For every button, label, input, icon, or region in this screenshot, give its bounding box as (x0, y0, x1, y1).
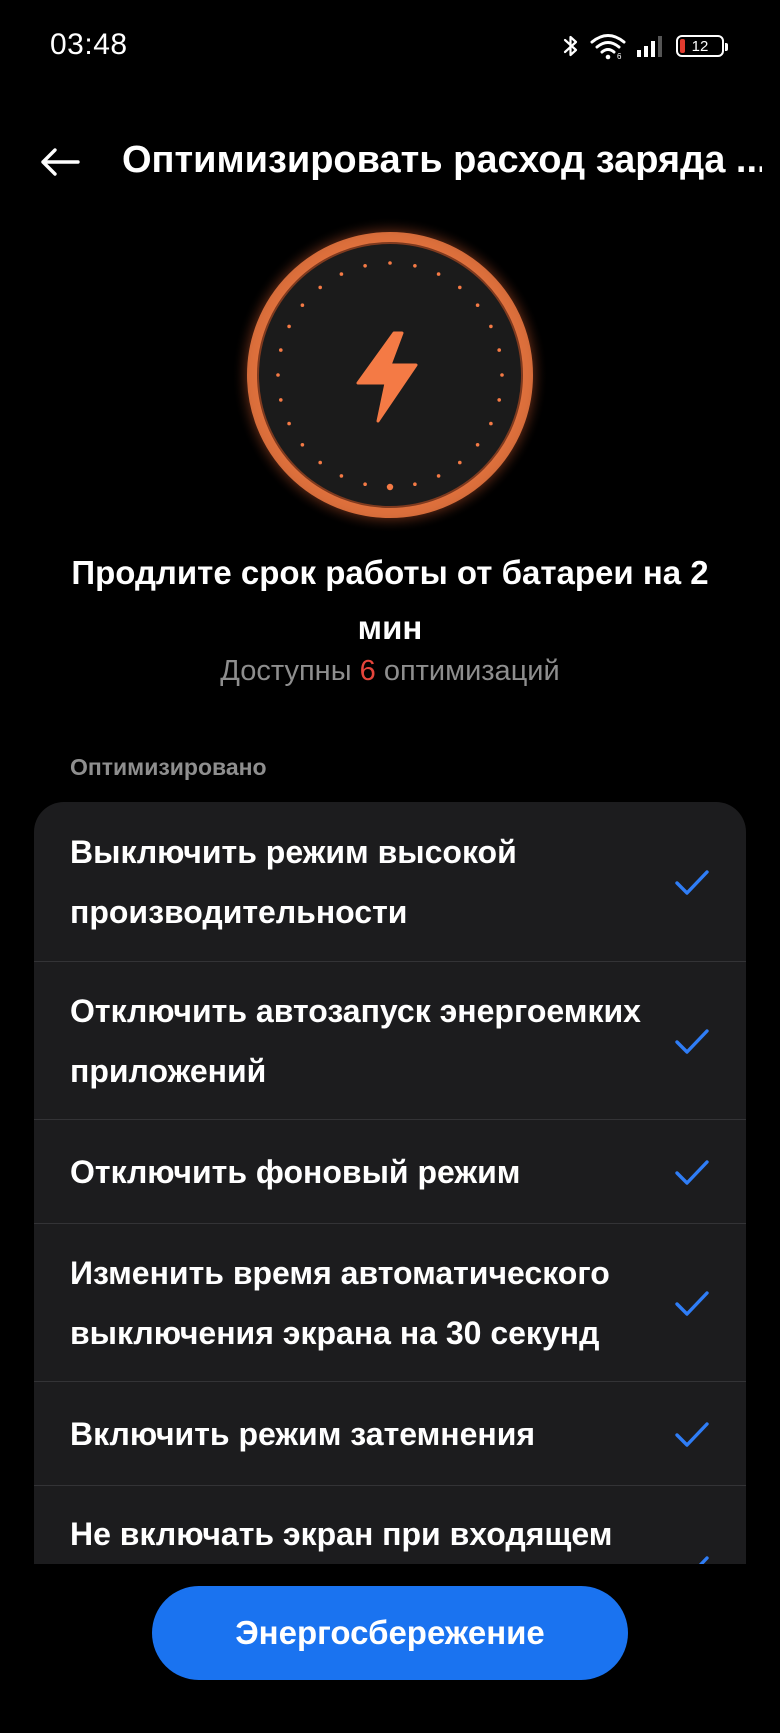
dial-dot (287, 421, 291, 426)
dial-dot (458, 285, 462, 290)
battery-fill (680, 39, 685, 53)
checkmark-icon (675, 1159, 709, 1185)
dial-dot (436, 272, 441, 276)
checkmark-icon (698, 1556, 709, 1564)
dial-dot (363, 482, 367, 487)
dial-dot (475, 443, 480, 447)
dial-dot (413, 482, 417, 487)
available-count: 6 (359, 655, 376, 687)
list-item[interactable]: Не включать экран при входящем (34, 1486, 746, 1564)
dial-dot (276, 373, 280, 377)
bluetooth-icon (563, 35, 578, 57)
available-prefix: Доступны (220, 655, 352, 687)
dial-dot (489, 421, 493, 426)
dial-dot (500, 373, 504, 377)
dial-dot (475, 303, 480, 307)
list-item-label: Включить режим затемнения (70, 1415, 536, 1452)
arrow-left-icon (41, 148, 80, 176)
back-button[interactable] (34, 136, 86, 188)
available-suffix: оптимизаций (383, 655, 560, 687)
dial-dot (287, 324, 291, 329)
list-item[interactable]: Изменить время автоматического выключени… (34, 1224, 746, 1382)
checkmark-icon (675, 869, 709, 895)
available-optimizations: Доступны 6 оптимизаций (40, 655, 740, 688)
battery-dial (232, 217, 548, 533)
list-item-label: Выключить режим высокой производительнос… (70, 833, 517, 930)
list-item[interactable]: Отключить автозапуск энергоемких приложе… (34, 962, 746, 1120)
wifi-icon: 6 (590, 34, 626, 60)
dial-dot (497, 348, 502, 352)
list-item-label: Изменить время автоматического выключени… (70, 1254, 610, 1351)
section-label-optimized: Оптимизировано (70, 754, 267, 780)
hero-graphic (230, 215, 550, 535)
dial-dot (318, 460, 322, 465)
optimized-list: Выключить режим высокой производительнос… (34, 802, 746, 1564)
dial-dot (497, 398, 502, 402)
status-time: 03:48 (50, 28, 128, 61)
dial-dot (339, 474, 344, 478)
dial-dot (413, 264, 417, 268)
battery-icon: 12 (676, 35, 728, 57)
list-item[interactable]: Включить режим затемнения (34, 1382, 746, 1486)
dial-dot (458, 460, 462, 465)
checkmark-icon (675, 1290, 709, 1316)
dial-dot (339, 272, 344, 276)
dial-dot (279, 398, 283, 402)
signal-icon (637, 36, 662, 57)
dial-dot (386, 483, 394, 491)
status-bar: 03:48 6 12 (0, 0, 780, 92)
list-item[interactable]: Выключить режим высокой производительнос… (34, 802, 746, 962)
power-saving-button[interactable]: Энергосбережение (152, 1586, 628, 1680)
dial-dot (489, 324, 493, 329)
header: Оптимизировать расход заряда ... (0, 120, 780, 200)
checkmark-icon (675, 1028, 709, 1054)
dial-dot (318, 285, 322, 290)
svg-text:6: 6 (617, 52, 622, 60)
list-item[interactable]: Отключить фоновый режим (34, 1120, 746, 1224)
dial-dot (279, 348, 283, 352)
page-title: Оптимизировать расход заряда ... (122, 139, 762, 181)
dial-dot (436, 474, 441, 478)
dial-dot (300, 443, 305, 447)
status-icons: 6 12 (562, 28, 728, 64)
list-item-label: Отключить фоновый режим (70, 1153, 521, 1190)
checkmark-icon (675, 1421, 709, 1447)
dial-dot (300, 303, 305, 307)
battery-level: 12 (691, 37, 709, 55)
list-item-label: Отключить автозапуск энергоемких приложе… (70, 992, 641, 1089)
battery-gain-headline: Продлите срок работы от батареи на 2 мин (71, 554, 709, 646)
list-item-label: Не включать экран при входящем (70, 1516, 613, 1552)
screen: 03:48 6 12 Оптимизировать расход заряда … (0, 0, 780, 1733)
dial-dot (363, 264, 367, 268)
dial-dot (388, 261, 392, 265)
